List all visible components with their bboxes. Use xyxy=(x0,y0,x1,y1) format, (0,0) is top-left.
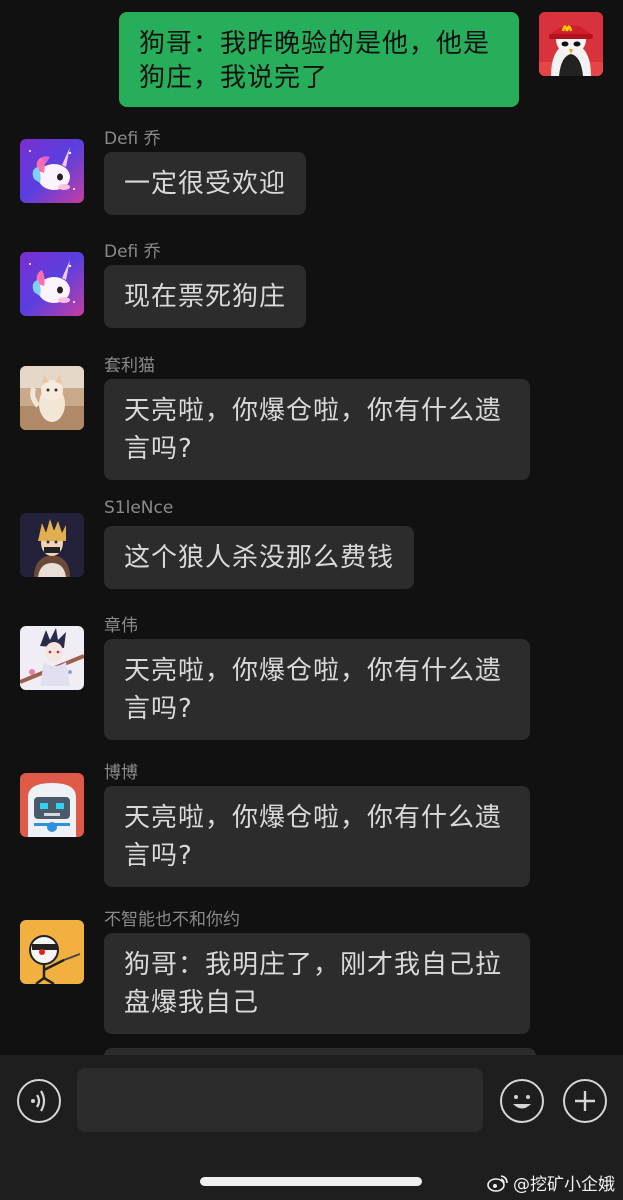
sender-name: 不智能也不和你约 xyxy=(104,910,240,930)
message-bubble[interactable]: 天亮啦，你爆仓啦，你有什么遗言吗? xyxy=(104,379,530,480)
avatar-anime[interactable] xyxy=(20,513,84,577)
message-bubble[interactable]: 现在票死狗庄 xyxy=(104,265,307,328)
message-bubble[interactable]: 天亮啦，你爆仓啦，你有什么遗言吗? xyxy=(104,786,530,887)
smiley-icon xyxy=(513,1095,531,1109)
chat-message-list[interactable]: 狗哥：我昨晚验的是他，他是狗庄，我说完了 Defi 乔 一定很受欢迎 Defi … xyxy=(0,0,623,1055)
sender-name: S1leNce xyxy=(104,498,174,518)
sender-name: Defi 乔 xyxy=(104,129,161,149)
self-message-bubble[interactable]: 狗哥：我昨晚验的是他，他是狗庄，我说完了 xyxy=(119,12,519,107)
message-bubble[interactable]: 狗哥：我明庄了，刚才我自己拉盘爆我自己 xyxy=(104,933,530,1034)
emoji-button[interactable] xyxy=(500,1079,544,1123)
avatar-stick-figure[interactable] xyxy=(20,920,84,984)
home-indicator[interactable] xyxy=(200,1177,422,1186)
voice-input-button[interactable] xyxy=(17,1079,61,1123)
weibo-logo-icon xyxy=(487,1174,508,1192)
watermark: @挖矿小企娥 xyxy=(487,1170,615,1195)
avatar-anime-sword[interactable] xyxy=(20,626,84,690)
message-bubble[interactable]: 这个狼人杀没那么费钱 xyxy=(104,526,415,589)
message-bubble-partial xyxy=(104,1048,536,1055)
avatar-pixel-robot[interactable] xyxy=(20,773,84,837)
message-input[interactable] xyxy=(77,1068,483,1132)
plus-icon xyxy=(575,1091,595,1111)
sender-name: 套利猫 xyxy=(104,356,155,376)
sender-name: 博博 xyxy=(104,763,138,783)
voice-wave-icon xyxy=(31,1090,46,1112)
message-bubble[interactable]: 一定很受欢迎 xyxy=(104,152,307,215)
sender-name: Defi 乔 xyxy=(104,242,161,262)
avatar-cat-photo[interactable] xyxy=(20,366,84,430)
avatar-unicorn[interactable] xyxy=(20,139,84,203)
sender-name: 章伟 xyxy=(104,616,138,636)
message-bubble[interactable]: 天亮啦，你爆仓啦，你有什么遗言吗? xyxy=(104,639,530,740)
self-message-row: 狗哥：我昨晚验的是他，他是狗庄，我说完了 xyxy=(0,12,623,112)
avatar-unicorn[interactable] xyxy=(20,252,84,316)
self-avatar[interactable] xyxy=(539,12,603,76)
watermark-text: @挖矿小企娥 xyxy=(513,1175,615,1195)
add-attachment-button[interactable] xyxy=(563,1079,607,1123)
